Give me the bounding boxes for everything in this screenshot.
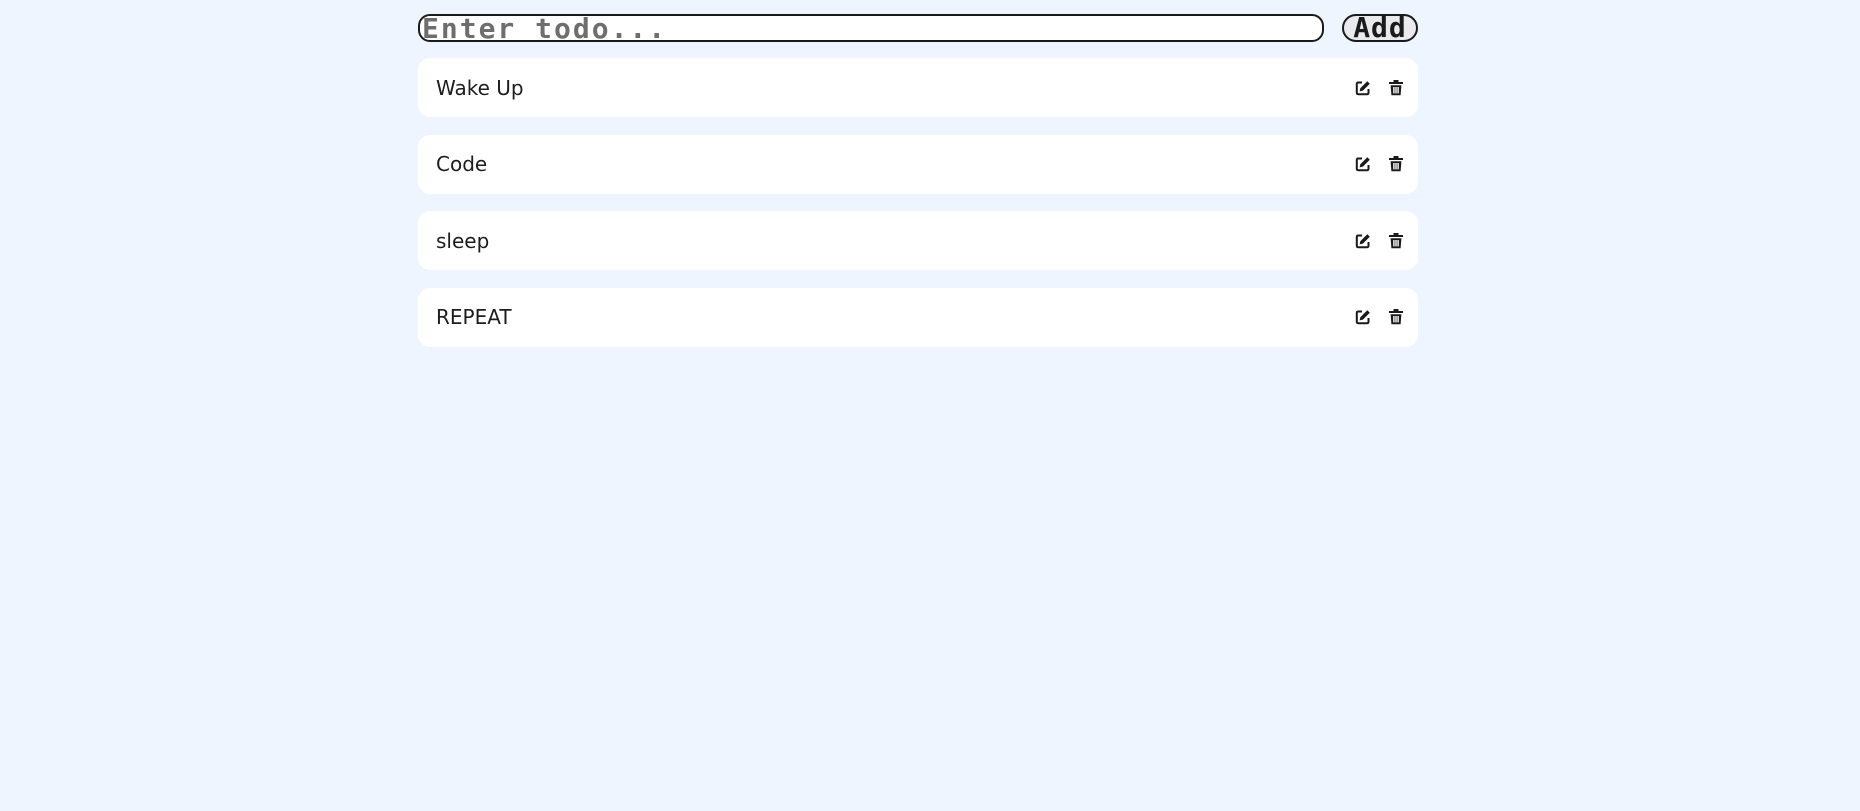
todo-item: Wake Up [418, 58, 1418, 117]
edit-icon [1355, 309, 1371, 325]
todo-actions [1340, 231, 1406, 251]
todo-app: Add Wake Up [418, 14, 1418, 364]
edit-icon [1355, 80, 1371, 96]
trash-icon [1389, 232, 1403, 249]
delete-button[interactable] [1386, 231, 1406, 251]
trash-icon [1389, 79, 1403, 96]
add-button[interactable]: Add [1342, 14, 1418, 42]
edit-icon [1355, 156, 1371, 172]
delete-button[interactable] [1386, 307, 1406, 327]
todo-actions [1340, 307, 1406, 327]
edit-icon [1355, 233, 1371, 249]
todo-text: sleep [436, 228, 490, 253]
delete-button[interactable] [1386, 154, 1406, 174]
todo-actions [1340, 78, 1406, 98]
todo-item: Code [418, 134, 1418, 194]
delete-button[interactable] [1386, 78, 1406, 98]
edit-button[interactable] [1353, 78, 1373, 98]
todo-input[interactable] [418, 14, 1324, 42]
todo-item: REPEAT [418, 287, 1418, 347]
todo-text: REPEAT [436, 305, 512, 329]
add-todo-form: Add [418, 14, 1418, 42]
todo-actions [1340, 154, 1406, 174]
edit-button[interactable] [1353, 231, 1373, 251]
edit-button[interactable] [1353, 154, 1373, 174]
edit-button[interactable] [1353, 307, 1373, 327]
trash-icon [1389, 156, 1403, 172]
todo-item: sleep [418, 211, 1418, 270]
todo-text: Wake Up [436, 75, 524, 100]
todo-text: Code [436, 152, 488, 176]
trash-icon [1389, 309, 1403, 325]
todo-list: Wake Up Code sleep REPEAT [418, 58, 1418, 347]
